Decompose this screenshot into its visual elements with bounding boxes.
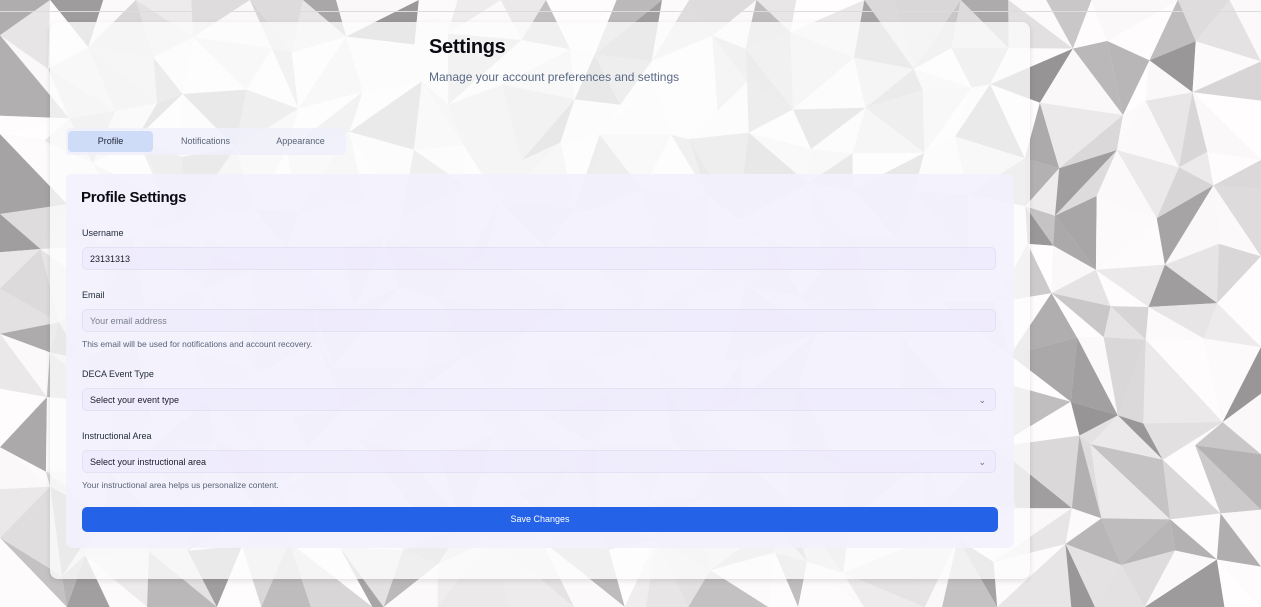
email-label: Email — [82, 290, 105, 300]
username-input[interactable]: 23131313 — [82, 247, 996, 270]
username-label: Username — [82, 228, 124, 238]
event-type-value: Select your event type — [90, 395, 180, 405]
profile-settings-card: Profile Settings Username 23131313 Email… — [66, 174, 1014, 548]
email-input[interactable]: Your email address — [82, 309, 996, 332]
chevron-down-icon: ⌄ — [978, 395, 986, 405]
instructional-area-value: Select your instructional area — [90, 457, 207, 467]
chevron-down-icon: ⌄ — [978, 457, 986, 467]
page-header: Settings Manage your account preferences… — [429, 36, 679, 84]
instructional-area-select[interactable]: Select your instructional area ⌄ — [82, 450, 996, 473]
email-help-text: This email will be used for notification… — [82, 339, 313, 349]
save-changes-button[interactable]: Save Changes — [82, 507, 998, 532]
tab-profile[interactable]: Profile — [68, 131, 153, 152]
settings-panel: Settings Manage your account preferences… — [50, 22, 1030, 579]
page-title: Settings — [429, 36, 506, 58]
tab-notifications[interactable]: Notifications — [163, 131, 248, 152]
page-subtitle: Manage your account preferences and sett… — [429, 70, 680, 84]
event-type-select[interactable]: Select your event type ⌄ — [82, 388, 996, 411]
card-title: Profile Settings — [81, 189, 187, 206]
event-type-label: DECA Event Type — [82, 369, 154, 379]
instructional-area-help-text: Your instructional area helps us persona… — [82, 480, 279, 490]
settings-tabs: Profile Notifications Appearance — [66, 128, 346, 155]
instructional-area-label: Instructional Area — [82, 431, 152, 441]
top-divider — [0, 11, 1261, 12]
tab-appearance[interactable]: Appearance — [258, 131, 343, 152]
